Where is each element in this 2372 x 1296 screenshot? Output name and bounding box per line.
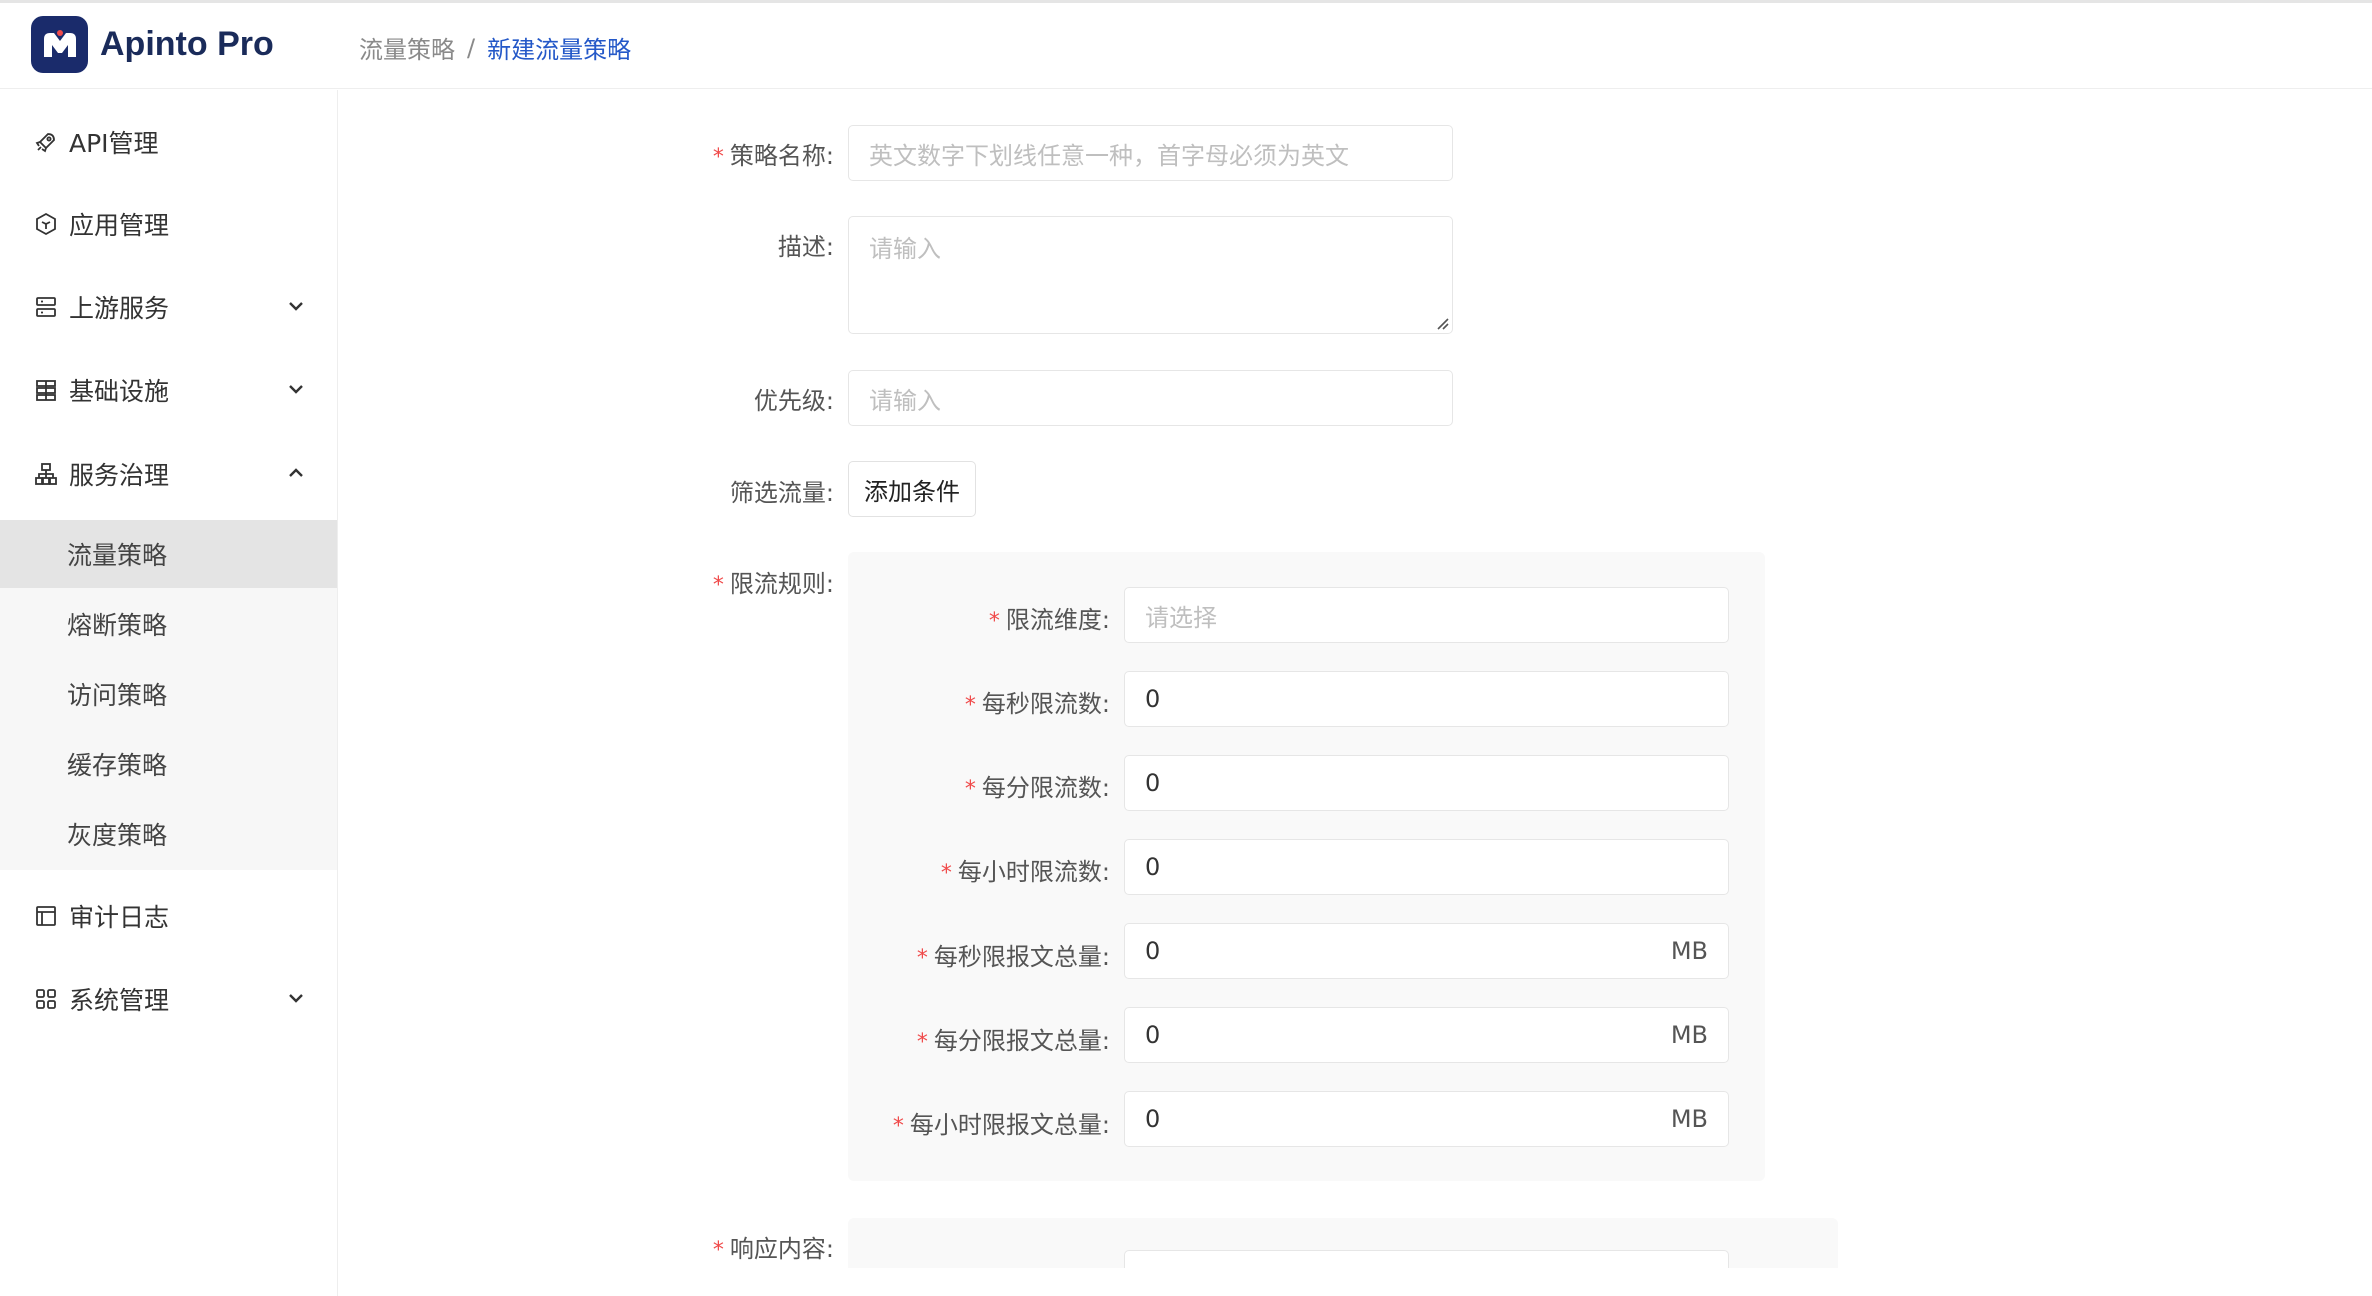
sidebar-subitem-label: 流量策略: [67, 541, 168, 570]
required-mark: *: [988, 609, 1000, 634]
sidebar-item-system[interactable]: 系统管理: [0, 969, 337, 1029]
sidebar-item-label: API管理: [69, 129, 159, 158]
governance-submenu: 流量策略 熔断策略 访问策略 缓存策略 灰度策略: [0, 520, 337, 870]
form-label-desc: 描述:: [777, 233, 834, 261]
sidebar-subitem-traffic[interactable]: 流量策略: [0, 520, 337, 588]
breadcrumb: 流量策略 / 新建流量策略: [359, 30, 631, 65]
sidebar-item-label: 审计日志: [69, 903, 170, 932]
required-mark: *: [712, 1238, 724, 1263]
form-label-bytes-second: * 每秒限报文总量:: [916, 943, 1110, 971]
form-label-per-second: * 每秒限流数:: [964, 690, 1110, 718]
chevron-up-icon[interactable]: [285, 462, 307, 484]
sidebar-item-label: 服务治理: [69, 461, 170, 490]
required-mark: *: [916, 946, 928, 971]
sidebar-subitem-access[interactable]: 访问策略: [0, 660, 337, 728]
chevron-down-icon[interactable]: [285, 295, 307, 317]
resize-handle-icon[interactable]: [1435, 316, 1449, 330]
per-hour-bytes-input[interactable]: 0 MB: [1124, 1091, 1729, 1147]
form-label-dimension: * 限流维度:: [988, 606, 1110, 634]
sidebar-subitem-label: 熔断策略: [67, 611, 168, 640]
form-label-bytes-minute: * 每分限报文总量:: [916, 1027, 1110, 1055]
form-label-limit-rules: * 限流规则:: [712, 570, 834, 598]
database-icon: [33, 377, 59, 403]
form-label-response: * 响应内容:: [712, 1235, 834, 1263]
priority-input[interactable]: 请输入: [848, 370, 1453, 426]
chevron-down-icon[interactable]: [285, 987, 307, 1009]
unit-suffix: MB: [1670, 1105, 1708, 1133]
chevron-down-icon[interactable]: [285, 378, 307, 400]
per-minute-limit-input[interactable]: 0: [1124, 755, 1729, 811]
unit-suffix: MB: [1670, 937, 1708, 965]
sidebar-subitem-label: 访问策略: [67, 681, 168, 710]
form-label-bytes-hour: * 每小时限报文总量:: [892, 1111, 1110, 1139]
breadcrumb-parent[interactable]: 流量策略: [359, 30, 455, 65]
sitemap-icon: [33, 461, 59, 487]
server-icon: [33, 294, 59, 320]
sidebar-item-infra[interactable]: 基础设施: [0, 360, 337, 420]
app-name: Apinto Pro: [100, 25, 274, 63]
sidebar-item-label: 基础设施: [69, 377, 170, 406]
sidebar-item-label: 系统管理: [69, 986, 170, 1015]
unit-suffix: MB: [1670, 1021, 1708, 1049]
sidebar-item-audit[interactable]: 审计日志: [0, 886, 337, 946]
response-field-partial[interactable]: [1124, 1250, 1729, 1268]
sidebar-item-governance[interactable]: 服务治理: [0, 444, 337, 504]
apinto-logo-icon: [31, 16, 88, 73]
sidebar-item-upstream[interactable]: 上游服务: [0, 277, 337, 337]
per-minute-bytes-input[interactable]: 0 MB: [1124, 1007, 1729, 1063]
form-label-per-minute: * 每分限流数:: [964, 774, 1110, 802]
sidebar-subitem-label: 缓存策略: [67, 751, 168, 780]
per-hour-limit-input[interactable]: 0: [1124, 839, 1729, 895]
form-label-name: * 策略名称:: [712, 142, 834, 170]
sidebar-subitem-cache[interactable]: 缓存策略: [0, 730, 337, 798]
limit-dimension-select[interactable]: 请选择: [1124, 587, 1729, 643]
required-mark: *: [892, 1114, 904, 1139]
logo[interactable]: Apinto Pro: [31, 16, 274, 73]
required-mark: *: [712, 573, 724, 598]
strategy-name-input[interactable]: 英文数字下划线任意一种，首字母必须为英文: [848, 125, 1453, 181]
required-mark: *: [712, 145, 724, 170]
required-mark: *: [940, 861, 952, 886]
required-mark: *: [916, 1030, 928, 1055]
grid-icon: [33, 986, 59, 1012]
form-label-per-hour: * 每小时限流数:: [940, 858, 1110, 886]
description-textarea[interactable]: 请输入: [848, 216, 1453, 334]
required-mark: *: [964, 693, 976, 718]
form-label-priority: 优先级:: [753, 387, 834, 415]
add-condition-button[interactable]: 添加条件: [848, 461, 976, 517]
sidebar: API管理 应用管理 上游服务 基础设施 服务治理 流量策略 熔断策略 访问策略…: [0, 90, 338, 1296]
sidebar-subitem-circuit[interactable]: 熔断策略: [0, 590, 337, 658]
per-second-limit-input[interactable]: 0: [1124, 671, 1729, 727]
rocket-icon: [33, 129, 59, 155]
sidebar-subitem-gray[interactable]: 灰度策略: [0, 800, 337, 868]
form-label-filter: 筛选流量:: [729, 479, 834, 507]
breadcrumb-separator: /: [467, 33, 476, 62]
sidebar-subitem-label: 灰度策略: [67, 821, 168, 850]
sidebar-item-label: 应用管理: [69, 211, 170, 240]
sidebar-item-label: 上游服务: [69, 294, 170, 323]
cube-icon: [33, 211, 59, 237]
required-mark: *: [964, 777, 976, 802]
sidebar-item-apps[interactable]: 应用管理: [0, 194, 337, 254]
per-second-bytes-input[interactable]: 0 MB: [1124, 923, 1729, 979]
breadcrumb-current: 新建流量策略: [487, 36, 632, 64]
table-icon: [33, 903, 59, 929]
header: Apinto Pro 流量策略 / 新建流量策略: [0, 3, 2372, 89]
sidebar-item-api[interactable]: API管理: [0, 112, 337, 172]
